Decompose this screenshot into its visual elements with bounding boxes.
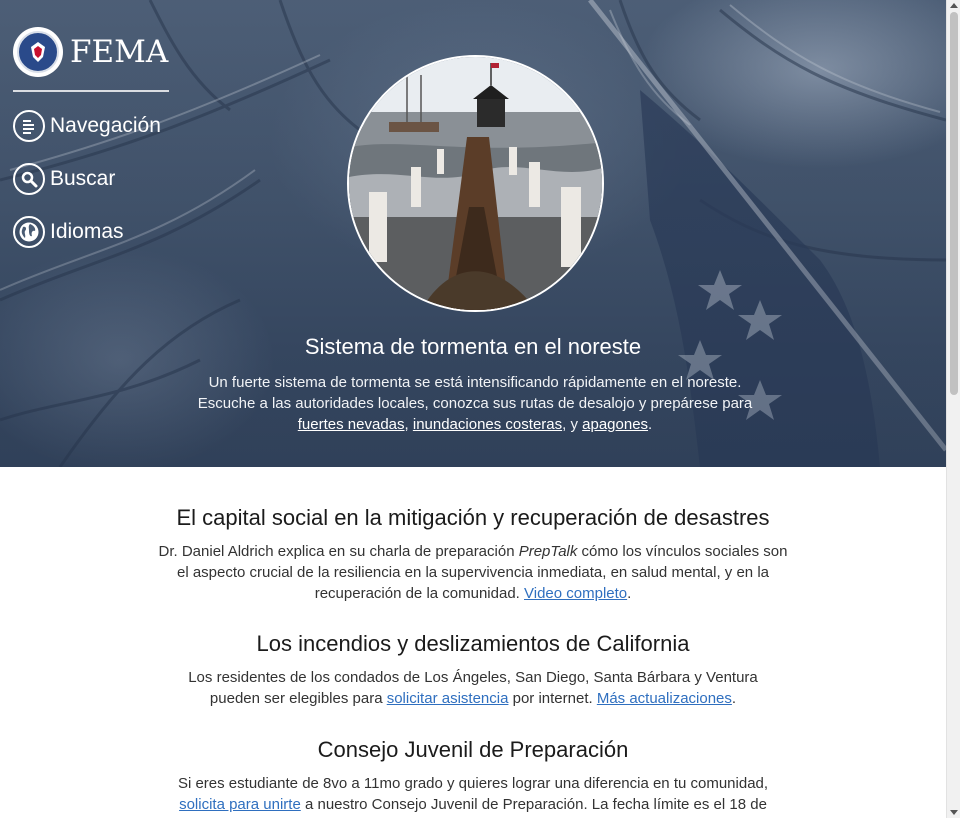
section-text-part: . xyxy=(731,690,737,707)
nav-item-buscar[interactable]: Buscar xyxy=(13,161,161,197)
section-text-part: a nuestro Consejo Juvenil de Preparación… xyxy=(300,796,767,813)
brand-name: FEMA xyxy=(70,34,169,70)
nav-label: Idiomas xyxy=(50,220,124,243)
link-inundaciones-costeras[interactable]: inundaciones costeras xyxy=(413,416,562,433)
page-scrollbar[interactable] xyxy=(946,0,960,818)
hero-desc-text: , y xyxy=(562,416,583,433)
preptalk-emphasis: PrepTalk xyxy=(518,543,578,560)
scrollbar-thumb[interactable] xyxy=(950,12,958,395)
nav-label: Navegación xyxy=(50,114,161,137)
link-mas-actualizaciones[interactable]: Más actualizaciones xyxy=(597,690,732,707)
section-title: Consejo Juvenil de Preparación xyxy=(317,737,629,762)
section-consejo-juvenil: Consejo Juvenil de Preparación Si eres e… xyxy=(0,737,946,815)
side-navigation: Navegación Buscar Idiomas xyxy=(13,108,161,267)
section-title: Los incendios y deslizamientos de Califo… xyxy=(256,631,690,656)
link-apagones[interactable]: apagones xyxy=(582,416,648,433)
search-icon xyxy=(13,163,45,195)
section-text-part: por internet. xyxy=(508,690,597,707)
hero-title: Sistema de tormenta en el noreste xyxy=(304,334,642,359)
nav-label: Buscar xyxy=(50,167,116,190)
link-video-completo[interactable]: Video completo xyxy=(524,585,627,602)
section-text-part: Dr. Daniel Aldrich explica en su charla … xyxy=(158,543,519,560)
section-california: Los incendios y deslizamientos de Califo… xyxy=(0,631,946,709)
scroll-down-arrow-icon[interactable] xyxy=(950,810,958,815)
scroll-up-arrow-icon[interactable] xyxy=(950,3,958,8)
section-text-part: Si eres estudiante de 8vo a 11mo grado y… xyxy=(177,775,769,792)
link-solicita-para-unirte[interactable]: solicita para unirte xyxy=(179,796,301,813)
dhs-seal-icon xyxy=(13,27,63,77)
section-capital-social: El capital social en la mitigación y rec… xyxy=(0,505,946,604)
section-text-part: . xyxy=(627,585,632,602)
hero-description: Un fuerte sistema de tormenta se está in… xyxy=(180,372,770,435)
globe-icon xyxy=(13,216,45,248)
link-solicitar-asistencia[interactable]: solicitar asistencia xyxy=(387,690,509,707)
nav-item-idiomas[interactable]: Idiomas xyxy=(13,214,161,250)
feature-photo-storm-dock[interactable] xyxy=(347,55,604,312)
hero-banner: FEMA Navegación Buscar Idiomas Sistema d… xyxy=(0,0,946,467)
section-title: El capital social en la mitigación y rec… xyxy=(176,505,770,530)
section-text: Si eres estudiante de 8vo a 11mo grado y… xyxy=(153,773,793,815)
section-text: Dr. Daniel Aldrich explica en su charla … xyxy=(153,541,793,604)
nav-item-navegacion[interactable]: Navegación xyxy=(13,108,161,144)
menu-icon xyxy=(13,110,45,142)
logo-divider xyxy=(13,90,169,92)
link-fuertes-nevadas[interactable]: fuertes nevadas xyxy=(298,416,405,433)
section-text: Los residentes de los condados de Los Án… xyxy=(173,667,773,709)
fema-logo[interactable]: FEMA xyxy=(13,26,168,78)
hero-desc-text: . xyxy=(648,416,653,433)
hero-desc-text: Un fuerte sistema de tormenta se está in… xyxy=(197,374,753,412)
hero-desc-text: , xyxy=(404,416,413,433)
